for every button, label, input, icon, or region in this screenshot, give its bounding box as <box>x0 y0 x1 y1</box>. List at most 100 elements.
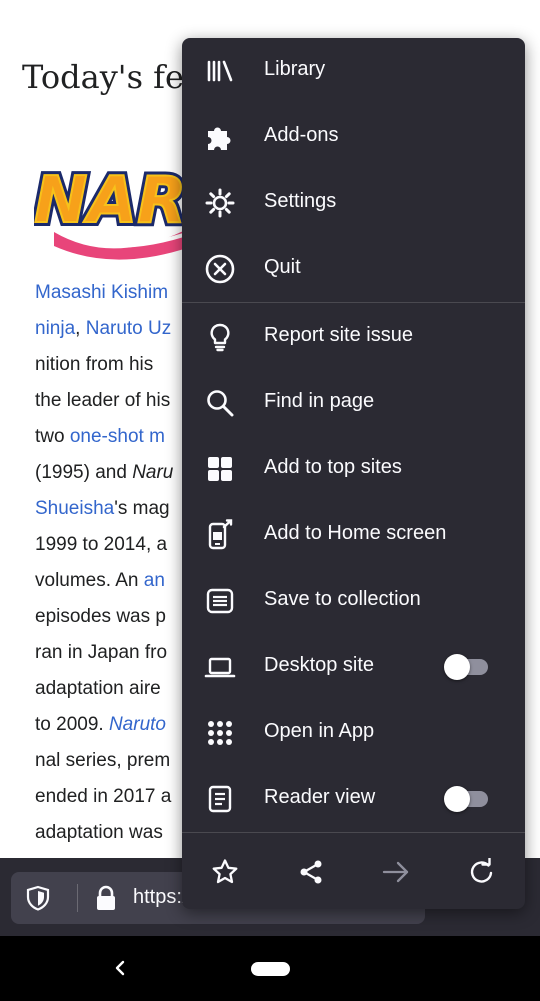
article-text-line: (1995) and Naru <box>35 462 173 484</box>
url-bar-divider <box>77 884 78 912</box>
article-text-line: ended in 2017 a <box>35 786 171 808</box>
desktop-site-toggle[interactable] <box>444 654 488 680</box>
article-text-line: volumes. An an <box>35 570 165 592</box>
article-link[interactable]: Masashi Kishim <box>35 282 168 303</box>
bookmark-button[interactable] <box>205 852 245 892</box>
menu-item-label: Library <box>264 58 326 80</box>
menu-divider <box>182 302 525 303</box>
menu-item-library[interactable]: Library <box>182 38 525 104</box>
article-link[interactable]: one-shot m <box>70 426 165 447</box>
article-text: adaptation was <box>35 822 163 843</box>
article-text-line: to 2009. Naruto <box>35 714 166 736</box>
menu-item-label: Quit <box>264 256 301 278</box>
naruto-logo-image: NAR NAR <box>34 160 204 260</box>
menu-item-label: Add to top sites <box>264 456 402 478</box>
article-text: to 2009. <box>35 714 109 735</box>
reload-icon <box>470 858 493 883</box>
menu-item-add-ons[interactable]: Add-ons <box>182 104 525 170</box>
add-to-phone-icon <box>208 519 233 550</box>
article-text-line: 1999 to 2014, a <box>35 534 167 556</box>
lock-icon[interactable] <box>95 885 117 911</box>
menu-item-label: Open in App <box>264 720 375 742</box>
menu-item-open-in-app[interactable]: Open in App <box>182 700 525 766</box>
article-text-line: adaptation was <box>35 822 163 844</box>
article-text-line: two one-shot m <box>35 426 165 448</box>
menu-item-label: Report site issue <box>264 324 413 346</box>
article-text-line: ninja, Naruto Uz <box>35 318 171 340</box>
menu-item-label: Add to Home screen <box>264 522 447 544</box>
article-text: 's mag <box>114 498 170 519</box>
article-text-line: adaptation aire <box>35 678 161 700</box>
laptop-icon <box>204 657 236 678</box>
article-text: , <box>75 318 86 339</box>
back-icon[interactable] <box>108 956 132 980</box>
article-text-line: the leader of his <box>35 390 170 412</box>
lightbulb-icon <box>210 323 230 352</box>
forward-button[interactable] <box>376 852 416 892</box>
article-text: (1995) and <box>35 462 133 483</box>
star-icon <box>212 859 238 884</box>
article-text: two <box>35 426 70 447</box>
article-link[interactable]: Shueisha <box>35 498 114 519</box>
menu-item-reader-view[interactable]: Reader view <box>182 766 525 832</box>
menu-item-label: Settings <box>264 190 337 212</box>
article-text: episodes was p <box>35 606 166 627</box>
toggle-knob <box>444 786 470 812</box>
article-link[interactable]: ninja <box>35 318 75 339</box>
article-text: nition from his <box>35 354 154 375</box>
home-pill-button[interactable] <box>251 962 290 976</box>
svg-text:NAR: NAR <box>34 164 186 238</box>
article-text: adaptation aire <box>35 678 161 699</box>
menu-item-label: Desktop site <box>264 654 375 676</box>
browser-overflow-menu: Library Add-ons Settings Quit Report sit… <box>182 38 525 909</box>
menu-item-label: Add-ons <box>264 124 339 146</box>
toggle-knob <box>444 654 470 680</box>
menu-item-label: Reader view <box>264 786 376 808</box>
menu-divider <box>182 832 525 833</box>
article-text-line: ran in Japan fro <box>35 642 167 664</box>
share-icon <box>300 860 322 884</box>
close-circle-icon <box>205 254 235 284</box>
article-link[interactable]: an <box>144 570 165 591</box>
menu-item-save-to-collection[interactable]: Save to collection <box>182 568 525 634</box>
url-text[interactable]: https:/ <box>133 886 187 909</box>
article-text: 1999 to 2014, a <box>35 534 168 555</box>
reader-view-toggle[interactable] <box>444 786 488 812</box>
puzzle-icon <box>208 127 231 150</box>
reader-icon <box>208 785 232 813</box>
menu-item-quit[interactable]: Quit <box>182 236 525 302</box>
article-text: volumes. An <box>35 570 144 591</box>
article-text-line: Masashi Kishim <box>35 282 168 304</box>
article-text: nal series, prem <box>35 750 171 771</box>
gear-icon <box>205 188 235 218</box>
share-button[interactable] <box>291 852 331 892</box>
collection-icon <box>206 588 234 614</box>
reload-button[interactable] <box>462 852 502 892</box>
menu-item-label: Save to collection <box>264 588 421 610</box>
forward-arrow-icon <box>382 861 409 883</box>
article-text-line: nal series, prem <box>35 750 170 772</box>
menu-item-label: Find in page <box>264 390 375 412</box>
grid-icon <box>208 457 232 481</box>
article-text-line: episodes was p <box>35 606 166 628</box>
article-link[interactable]: Naruto <box>109 714 166 735</box>
menu-item-desktop-site[interactable]: Desktop site <box>182 634 525 700</box>
menu-item-settings[interactable]: Settings <box>182 170 525 236</box>
article-text: Naru <box>132 462 174 483</box>
article-text: ran in Japan fro <box>35 642 168 663</box>
article-text: ended in 2017 a <box>35 786 172 807</box>
menu-item-add-to-home-screen[interactable]: Add to Home screen <box>182 502 525 568</box>
article-text-line: nition from his <box>35 354 153 376</box>
menu-item-find-in-page[interactable]: Find in page <box>182 370 525 436</box>
article-text: the leader of his <box>35 390 171 411</box>
menu-item-report-site-issue[interactable]: Report site issue <box>182 304 525 370</box>
article-link[interactable]: Naruto Uz <box>86 318 172 339</box>
menu-item-add-to-top-sites[interactable]: Add to top sites <box>182 436 525 502</box>
tracking-protection-shield-icon[interactable] <box>25 885 51 911</box>
article-heading: Today's fea <box>22 58 204 96</box>
search-icon <box>207 390 234 417</box>
article-text-line: Shueisha's mag <box>35 498 170 520</box>
system-navigation-bar <box>0 936 540 1001</box>
library-icon <box>207 60 233 82</box>
menu-action-row <box>182 834 525 909</box>
